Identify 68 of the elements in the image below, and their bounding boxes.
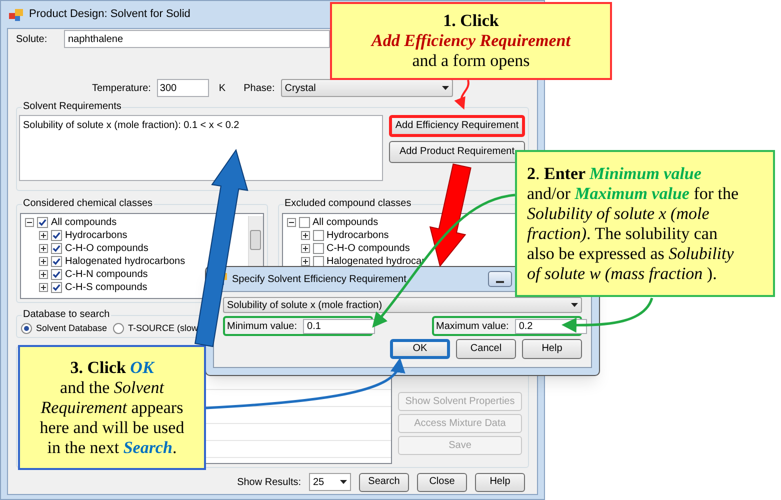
dialog-button[interactable]: Help: [522, 339, 582, 359]
field-label: Show Results:: [237, 476, 301, 490]
expand-icon[interactable]: [39, 257, 48, 266]
checkbox[interactable]: [51, 230, 62, 241]
tree-item[interactable]: Halogenated hydrocarbons: [65, 256, 186, 268]
add-requirement-button[interactable]: Add Product Requirement: [389, 141, 525, 163]
footer-button[interactable]: Help: [475, 472, 525, 492]
tree-item[interactable]: C-H-N compounds: [65, 268, 148, 280]
callout-text: 3. Click OK and the Solvent Requirement appears here and will be used in the next Search.: [40, 358, 184, 458]
window-title: Product Design: Solvent for Solid: [29, 7, 190, 22]
checkbox[interactable]: [312, 230, 324, 241]
phase-dropdown[interactable]: Crystal: [280, 79, 453, 97]
callout-text: 2. Enter Minimum value and/or Maximum value for the Solubility of solute x (mole fraction). The solubility can also be expressed as Solubility of solute w (mass fraction ).: [527, 164, 739, 284]
tree-item[interactable]: Hydrocarbons: [65, 230, 128, 242]
footer-button[interactable]: Close: [417, 472, 467, 492]
checkbox[interactable]: [51, 282, 62, 293]
tree-item[interactable]: C-H-O compounds: [326, 242, 410, 254]
expand-icon[interactable]: [39, 283, 48, 292]
group-title: Excluded compound classes: [284, 198, 412, 210]
input-field[interactable]: 300: [156, 79, 209, 97]
minimize-button[interactable]: [488, 271, 512, 287]
radio-button[interactable]: [21, 323, 32, 334]
group-title: Solvent Requirements: [22, 101, 122, 113]
unit-label: K: [218, 82, 226, 96]
radio-label[interactable]: Solvent Database: [36, 322, 108, 336]
callout-text: 1. Click Add Efficiency Requirement and a form opens: [372, 11, 570, 71]
dialog-button[interactable]: OK: [390, 339, 450, 359]
field-label: Solute:: [16, 32, 48, 46]
dialog-button[interactable]: Cancel: [456, 339, 516, 359]
tree-item[interactable]: C-H-S compounds: [65, 282, 148, 294]
input-field[interactable]: 0.1: [303, 318, 376, 334]
checkbox[interactable]: [51, 256, 62, 267]
checkbox[interactable]: [312, 256, 324, 267]
pointer-arrow: [454, 80, 470, 110]
checkbox[interactable]: [312, 243, 324, 254]
collapse-icon[interactable]: [25, 218, 34, 227]
expand-icon[interactable]: [39, 270, 48, 279]
expand-icon[interactable]: [39, 244, 48, 253]
radio-label[interactable]: T-SOURCE (slow: [128, 322, 198, 336]
tree-item[interactable]: All compounds: [312, 216, 378, 228]
tree-item[interactable]: Hydrocarbons: [326, 230, 389, 242]
dropdown-arrow-icon: [571, 303, 578, 307]
property-dropdown[interactable]: Solubility of solute x (mole fraction): [223, 297, 582, 313]
field-label: Temperature:: [92, 82, 151, 96]
expand-icon[interactable]: [39, 231, 48, 240]
checkbox[interactable]: [51, 269, 62, 280]
tree-item[interactable]: All compounds: [51, 216, 117, 228]
footer-button[interactable]: Search: [359, 472, 409, 492]
add-requirement-button[interactable]: Add Efficiency Requirement: [389, 115, 525, 137]
tree-item[interactable]: C-H-O compounds: [65, 242, 148, 254]
expand-icon[interactable]: [300, 257, 310, 266]
radio-button[interactable]: [113, 323, 124, 334]
window-title: Specify Solvent Efficiency Requirement: [232, 272, 406, 286]
app-icon: [9, 8, 23, 20]
field-label: Minimum value:: [227, 320, 298, 334]
field-label: Maximum value:: [436, 320, 509, 334]
expand-icon[interactable]: [300, 244, 310, 253]
requirement-item[interactable]: Solubility of solute x (mole fraction): 0.1 < x < 0.2: [23, 118, 379, 133]
checkbox[interactable]: [51, 243, 62, 254]
results-count-dropdown[interactable]: 25: [309, 473, 351, 491]
dropdown-arrow-icon: [442, 86, 449, 90]
collapse-icon[interactable]: [286, 218, 296, 227]
field-label: Phase:: [244, 82, 275, 96]
expand-icon[interactable]: [300, 231, 310, 240]
checkbox[interactable]: [37, 217, 48, 228]
checkbox[interactable]: [298, 217, 310, 228]
dropdown-arrow-icon: [340, 480, 347, 484]
input-field[interactable]: naphthalene: [64, 30, 330, 48]
